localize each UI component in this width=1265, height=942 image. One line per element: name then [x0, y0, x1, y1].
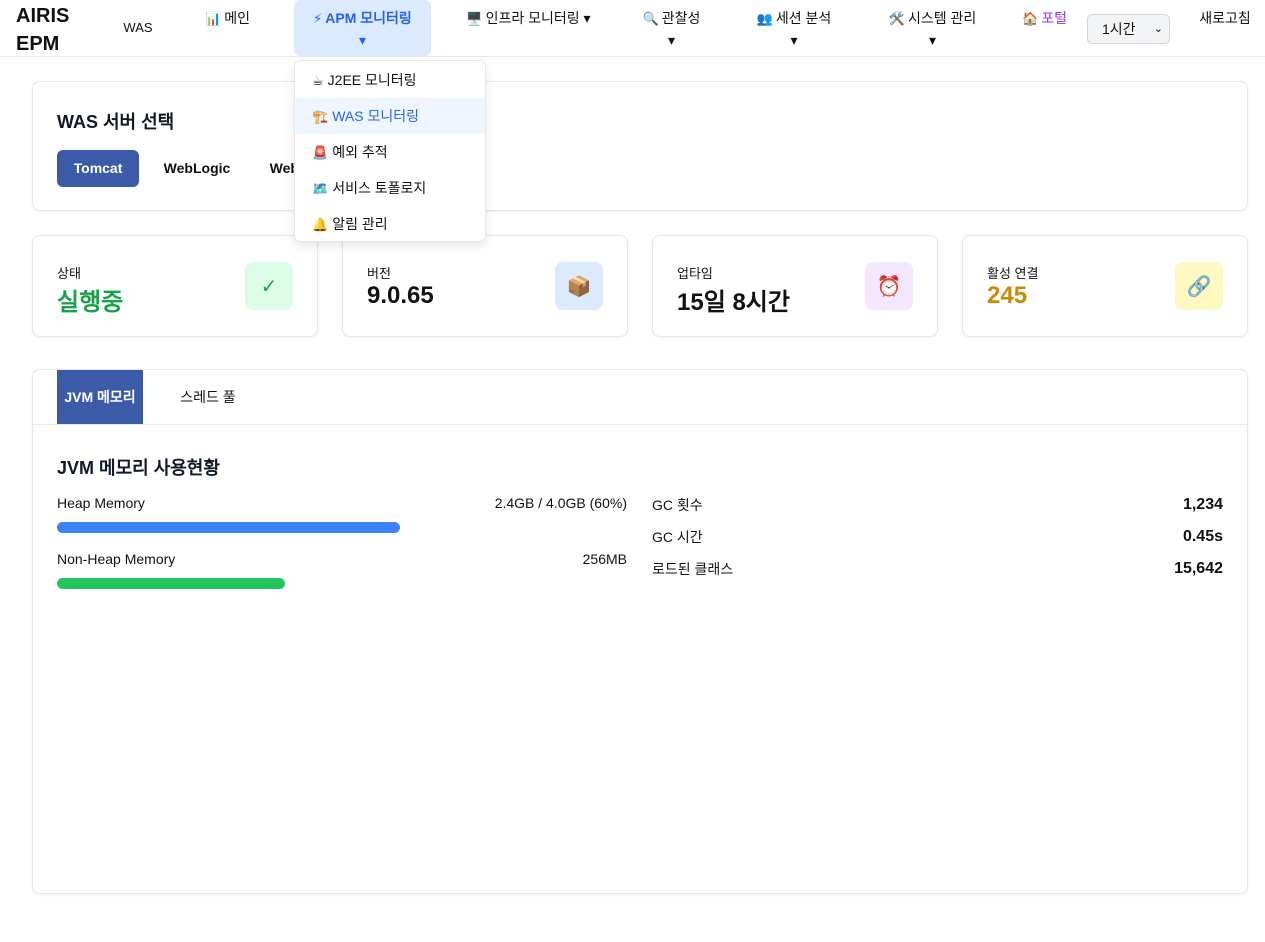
server-select-title: WAS 서버 선택	[57, 112, 175, 132]
menu-item-was[interactable]: 🏗️ WAS 모니터링	[295, 98, 485, 134]
nav-observability-label: 관찰성	[661, 10, 701, 26]
magnifier-icon: 🔍	[642, 12, 659, 27]
stat-label: 상태	[57, 266, 81, 281]
gc-count-label: GC 횟수	[652, 497, 703, 513]
chevron-down-icon: ▾	[790, 32, 798, 48]
nonheap-label: Non-Heap Memory	[57, 551, 176, 567]
menu-item-label: 서비스 토폴로지	[332, 180, 427, 196]
loaded-classes-value: 15,642	[1174, 560, 1223, 577]
brand-line2: EPM	[16, 33, 60, 55]
stat-label: 업타임	[677, 266, 713, 281]
stat-value: 245	[987, 282, 1028, 309]
nav-main[interactable]: 📊 메인	[205, 0, 255, 56]
nav-system-admin[interactable]: 🛠️ 시스템 관리 ▾	[880, 0, 985, 56]
heap-value: 2.4GB / 4.0GB (60%)	[494, 495, 627, 511]
menu-item-j2ee[interactable]: ☕ J2EE 모니터링	[295, 62, 485, 98]
nav-was[interactable]: WAS	[118, 0, 158, 56]
check-icon: ✓	[245, 262, 293, 310]
gc-time-label: GC 시간	[652, 529, 703, 545]
heap-usage-bar	[57, 522, 400, 533]
stat-label: 활성 연결	[987, 266, 1039, 281]
jvm-section-title: JVM 메모리 사용현황	[57, 458, 220, 478]
time-range-select[interactable]: 1시간 ⌄	[1087, 14, 1170, 44]
menu-item-label: WAS 모니터링	[332, 108, 419, 124]
brand-line1: AIRIS	[16, 5, 70, 27]
chevron-down-icon: ▾	[358, 32, 367, 48]
nav-portal-label: 포털	[1041, 10, 1067, 26]
monitor-icon: 🖥️	[466, 12, 483, 27]
nonheap-usage-bar	[57, 578, 285, 589]
users-icon: 👥	[756, 12, 773, 27]
stat-card-uptime: 업타임 15일 8시간 ⏰	[652, 235, 938, 337]
menu-item-label: 알림 관리	[332, 216, 388, 232]
apm-dropdown-menu: ☕ J2EE 모니터링 🏗️ WAS 모니터링 🚨 예외 추적 🗺️ 서비스 토폴로지 …	[294, 60, 486, 242]
gc-time-value: 0.45s	[1182, 528, 1223, 545]
construction-icon: 🏗️	[312, 110, 329, 125]
nav-infra-monitoring[interactable]: 🖥️ 인프라 모니터링 ▾	[466, 0, 591, 56]
server-tomcat-button[interactable]: Tomcat	[57, 150, 139, 187]
siren-icon: 🚨	[312, 146, 329, 161]
stat-card-status: 상태 실행중 ✓	[32, 235, 318, 337]
tab-thread-pool[interactable]: 스레드 풀	[169, 370, 247, 424]
stat-value: 15일 8시간	[677, 289, 790, 316]
nonheap-value: 256MB	[582, 551, 627, 567]
nav-main-label: 메인	[224, 10, 250, 26]
bell-icon: 🔔	[312, 218, 329, 233]
jvm-panel: JVM 메모리 스레드 풀 JVM 메모리 사용현황 Heap Memory 2…	[32, 369, 1248, 894]
home-icon: 🏠	[1022, 12, 1039, 27]
stat-label: 버전	[367, 266, 391, 281]
chevron-down-icon: ⌄	[1153, 23, 1163, 35]
stat-card-version: 버전 9.0.65 📦	[342, 235, 628, 337]
nav-apm-monitoring[interactable]: ⚡ APM 모니터링 ▾	[294, 0, 431, 56]
nav-session-label: 세션 분석	[775, 10, 832, 26]
tools-icon: 🛠️	[888, 12, 905, 27]
top-nav: AIRIS EPM WAS 📊 메인 ⚡ APM 모니터링 ▾ 🖥️ 인프라 모니터링…	[0, 0, 1265, 57]
menu-item-label: J2EE 모니터링	[327, 72, 417, 88]
stat-card-connections: 활성 연결 245 🔗	[962, 235, 1248, 337]
server-select-card: WAS 서버 선택 Tomcat WebLogic WebSphere	[32, 81, 1248, 211]
nav-apm-label: APM 모니터링	[325, 10, 412, 26]
package-icon: 📦	[555, 262, 603, 310]
coffee-icon: ☕	[312, 74, 324, 89]
chevron-down-icon: ▾	[583, 10, 591, 26]
nav-system-label: 시스템 관리	[907, 10, 977, 26]
menu-item-topology[interactable]: 🗺️ 서비스 토폴로지	[295, 170, 485, 206]
link-icon: 🔗	[1175, 262, 1223, 310]
heap-label: Heap Memory	[57, 495, 145, 511]
menu-item-exceptions[interactable]: 🚨 예외 추적	[295, 134, 485, 170]
nav-portal[interactable]: 🏠 포털	[1022, 0, 1072, 56]
nav-session-analysis[interactable]: 👥 세션 분석 ▾	[748, 0, 840, 56]
menu-item-label: 예외 추적	[332, 144, 388, 160]
chart-icon: 📊	[205, 12, 222, 27]
gc-count-value: 1,234	[1182, 496, 1223, 513]
menu-item-alerts[interactable]: 🔔 알림 관리	[295, 206, 485, 242]
tab-bar: JVM 메모리 스레드 풀	[33, 370, 1247, 425]
server-weblogic-button[interactable]: WebLogic	[151, 150, 243, 187]
map-icon: 🗺️	[312, 182, 329, 197]
nav-infra-label: 인프라 모니터링	[485, 10, 580, 26]
refresh-button[interactable]: 새로고침	[1198, 8, 1252, 28]
tab-jvm-memory[interactable]: JVM 메모리	[57, 370, 143, 424]
stat-value: 9.0.65	[367, 282, 434, 309]
chevron-down-icon: ▾	[667, 32, 676, 48]
stat-value: 실행중	[57, 289, 124, 316]
nav-observability[interactable]: 🔍 관찰성 ▾	[634, 0, 709, 56]
time-range-value: 1시간	[1102, 21, 1136, 37]
brand-logo[interactable]: AIRIS EPM	[16, 2, 86, 58]
chevron-down-icon: ▾	[928, 32, 937, 48]
loaded-classes-label: 로드된 클래스	[652, 561, 734, 577]
lightning-icon: ⚡	[313, 12, 323, 27]
alarm-clock-icon: ⏰	[865, 262, 913, 310]
